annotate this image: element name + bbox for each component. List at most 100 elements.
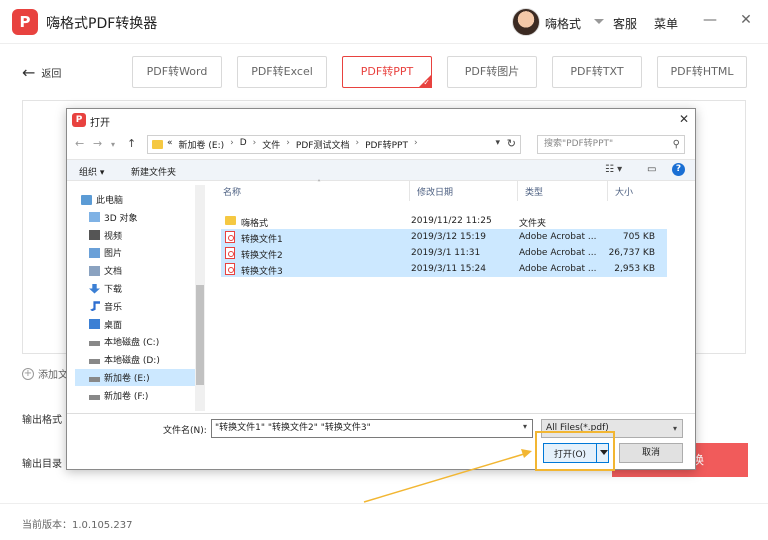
forward-arrow-icon[interactable]: → <box>93 137 102 150</box>
avatar[interactable] <box>512 8 540 36</box>
tab-2[interactable]: PDF转PPT ✓ <box>342 56 432 88</box>
up-arrow-icon[interactable]: ↑ <box>127 137 136 150</box>
nav-item[interactable]: 音乐 <box>75 298 195 315</box>
split-divider <box>596 444 597 462</box>
nav-item[interactable]: 本地磁盘 (D:) <box>75 351 195 368</box>
add-file-button[interactable]: + 添加文 <box>22 366 68 381</box>
open-button[interactable]: 打开(O) <box>543 443 609 463</box>
tab-4[interactable]: PDF转TXT <box>552 56 642 88</box>
cube-icon <box>89 212 100 223</box>
breadcrumb-segment[interactable]: D <box>240 138 247 151</box>
output-format-label: 输出格式 <box>22 415 62 426</box>
nav-item-label: 新加卷 (E:) <box>104 374 150 384</box>
column-size-header[interactable]: 大小 <box>615 185 633 198</box>
support-link[interactable]: 客服 <box>613 15 637 32</box>
back-button[interactable]: ← 返回 <box>22 63 62 82</box>
chevron-right-icon[interactable]: › <box>286 138 290 151</box>
chevron-right-icon[interactable]: › <box>414 138 418 151</box>
file-type: 文件夹 <box>519 219 547 229</box>
filename-input[interactable]: "转换文件1" "转换文件2" "转换文件3" <box>211 419 533 438</box>
nav-item[interactable]: 文档 <box>75 262 195 279</box>
tab-label: PDF转图片 <box>464 65 520 78</box>
scrollbar-thumb[interactable] <box>196 285 204 385</box>
file-modified: 2019/3/1 11:31 <box>411 248 481 258</box>
preview-pane-icon[interactable]: ▭ <box>647 164 656 175</box>
chevron-down-icon[interactable] <box>600 450 608 455</box>
nav-item-label: 本地磁盘 (C:) <box>104 338 160 349</box>
address-row: ← → ▾ ↑ « 新加卷 (E:) › D › 文件 › PDF测试文档 › PDF转PPT › … <box>67 133 695 157</box>
version-text: 当前版本：1.0.105.237 <box>22 520 133 531</box>
column-divider <box>517 181 518 201</box>
column-type-header[interactable]: 类型 <box>525 185 543 198</box>
nav-item[interactable]: 视频 <box>75 227 195 244</box>
chevron-down-icon[interactable]: ▾ <box>495 138 500 148</box>
nav-item-label: 此电脑 <box>96 196 124 206</box>
back-label: 返回 <box>41 68 62 80</box>
file-row[interactable]: 转换文件3 2019/3/11 15:24 Adobe Acrobat ... 2,9… <box>221 261 667 277</box>
breadcrumb-segment[interactable]: PDF测试文档 <box>296 138 350 151</box>
nav-item[interactable]: 此电脑 <box>75 191 195 208</box>
help-icon[interactable]: ? <box>672 163 685 176</box>
file-row[interactable]: 嗨格式 2019/11/22 11:25 文件夹 <box>221 213 667 229</box>
breadcrumb-segment[interactable]: 新加卷 (E:) <box>179 138 225 151</box>
tab-3[interactable]: PDF转图片 <box>447 56 537 88</box>
file-name: 转换文件2 <box>241 251 283 261</box>
view-options-icon[interactable]: ☷ ▾ <box>605 164 622 175</box>
nav-item[interactable]: 图片 <box>75 244 195 261</box>
tab-label: PDF转PPT <box>360 65 414 78</box>
tab-label: PDF转HTML <box>670 65 734 78</box>
nav-item[interactable]: 下载 <box>75 280 195 297</box>
open-file-dialog: P 打开 ✕ ← → ▾ ↑ « 新加卷 (E:) › D › 文件 › PDF测试文档 › PD… <box>66 108 696 471</box>
chevron-down-icon[interactable] <box>594 19 604 24</box>
address-bar[interactable]: « 新加卷 (E:) › D › 文件 › PDF测试文档 › PDF转PPT › ▾ ↻ <box>147 135 521 154</box>
navigation-pane: 此电脑 3D 对象 视频 图片 文档 下载 音乐 桌面本地磁盘 (C:) 本地磁盘 (D:) 新加… <box>75 185 203 411</box>
file-row[interactable]: 转换文件2 2019/3/1 11:31 Adobe Acrobat ... 26,7… <box>221 245 667 261</box>
organize-button[interactable]: 组织 ▾ <box>79 165 104 178</box>
close-icon[interactable]: ✕ <box>738 12 754 28</box>
file-name: 转换文件3 <box>241 267 283 277</box>
nav-item[interactable]: 新加卷 (E:) <box>75 369 195 386</box>
menu-link[interactable]: 菜单 <box>654 15 678 32</box>
search-input[interactable]: 搜索"PDF转PPT" ⚲ <box>537 135 685 154</box>
nav-scrollbar[interactable] <box>195 185 205 411</box>
check-icon: ✓ <box>423 78 430 87</box>
tab-label: PDF转Word <box>146 65 208 78</box>
tab-5[interactable]: PDF转HTML <box>657 56 747 88</box>
tab-1[interactable]: PDF转Excel <box>237 56 327 88</box>
refresh-icon[interactable]: ↻ <box>507 137 516 150</box>
nav-item[interactable]: 本地磁盘 (C:) <box>75 333 195 350</box>
chevron-right-icon[interactable]: › <box>355 138 359 151</box>
dialog-title: 打开 <box>90 118 110 129</box>
nav-item-label: 新加卷 (F:) <box>104 391 149 402</box>
app-logo-icon: P <box>12 9 38 35</box>
file-size: 705 KB <box>622 232 655 242</box>
search-icon: ⚲ <box>672 139 680 150</box>
app-logo-icon: P <box>72 113 86 127</box>
breadcrumb-segment[interactable]: 文件 <box>262 138 280 151</box>
nav-item-label: 本地磁盘 (D:) <box>104 356 160 367</box>
file-modified: 2019/3/12 15:19 <box>411 232 486 242</box>
close-icon[interactable]: ✕ <box>679 112 689 126</box>
user-name[interactable]: 嗨格式 <box>545 15 581 32</box>
breadcrumb-overflow[interactable]: « <box>167 138 173 151</box>
filename-label: 文件名(N): <box>163 426 207 436</box>
chevron-down-icon[interactable]: ▾ <box>523 422 527 431</box>
nav-item[interactable]: 3D 对象 <box>75 209 195 226</box>
file-row[interactable]: 转换文件1 2019/3/12 15:19 Adobe Acrobat ... 705… <box>221 229 667 245</box>
nav-item[interactable]: 新加卷 (F:) <box>75 387 195 404</box>
minimize-icon[interactable]: — <box>702 12 718 28</box>
pdf-file-icon <box>225 247 235 259</box>
dialog-divider <box>67 413 695 414</box>
breadcrumb-segment[interactable]: PDF转PPT <box>365 138 408 151</box>
column-modified-header[interactable]: 修改日期 <box>417 185 453 198</box>
chevron-right-icon[interactable]: › <box>230 138 234 151</box>
chevron-down-icon[interactable]: ▾ <box>111 140 115 149</box>
tab-0[interactable]: PDF转Word <box>132 56 222 88</box>
new-folder-button[interactable]: 新建文件夹 <box>131 165 176 178</box>
chevron-right-icon[interactable]: › <box>253 138 257 151</box>
tab-label: PDF转TXT <box>570 65 624 78</box>
column-name-header[interactable]: 名称 <box>223 185 241 198</box>
back-arrow-icon[interactable]: ← <box>75 137 84 150</box>
cancel-button[interactable]: 取消 <box>619 443 683 463</box>
nav-item[interactable]: 桌面 <box>75 316 195 333</box>
